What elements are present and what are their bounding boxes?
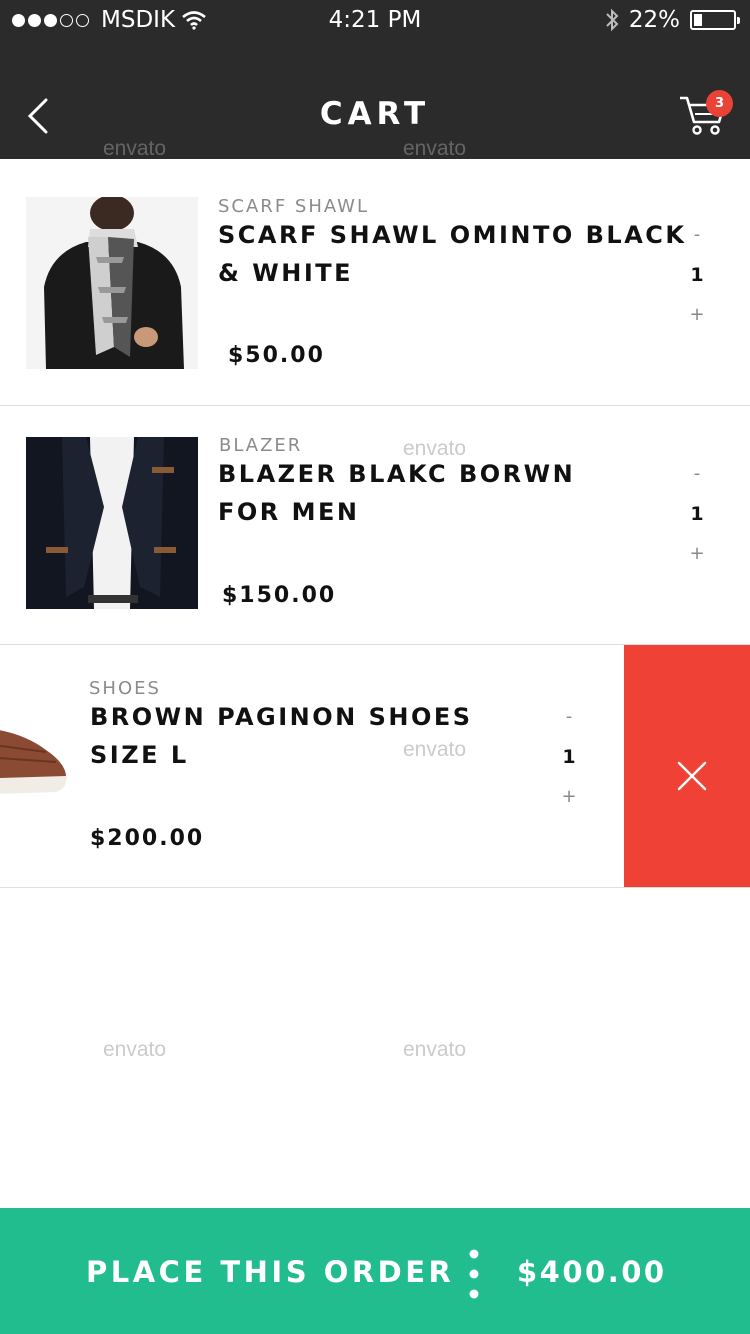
item-category: SHOES [89,678,161,699]
increase-button[interactable]: + [682,542,712,566]
place-order-button[interactable]: PLACE THIS ORDER [86,1255,454,1289]
close-icon [677,761,707,791]
item-price: $150.00 [222,583,337,608]
watermark: envato [103,1038,167,1061]
status-right: 22% [605,7,740,33]
bluetooth-icon [606,8,619,32]
quantity-stepper: - 1 + [554,705,584,809]
item-price: $200.00 [90,826,205,851]
item-category: BLAZER [219,435,303,456]
quantity-stepper: - 1 + [682,462,712,566]
watermark: envato [103,137,167,160]
delete-item-button[interactable] [624,645,750,887]
item-category: SCARF SHAWL [218,196,370,217]
watermark: envato [403,738,467,761]
product-image-blazer[interactable] [26,437,198,609]
item-name[interactable]: BLAZER BLAKC BORWN FOR MEN [218,455,598,531]
product-image-scarf[interactable] [26,197,198,369]
increase-button[interactable]: + [682,303,712,327]
product-image-shoes[interactable] [0,680,68,852]
watermark: envato [403,137,467,160]
decrease-button[interactable]: - [682,223,712,247]
status-bar: MSDIK 4:21 PM 22% [0,0,750,44]
quantity-stepper: - 1 + [682,223,712,327]
app-header: MSDIK 4:21 PM 22% CART 3 [0,0,750,159]
watermark: envato [403,1038,467,1061]
page-title: CART [319,96,431,132]
item-name[interactable]: SCARF SHAWL OMINTO BLACK & WHITE [218,216,698,292]
item-price: $50.00 [228,343,325,368]
cart-item[interactable]: SCARF SHAWL SCARF SHAWL OMINTO BLACK & W… [0,159,750,406]
order-total: $400.00 [517,1255,667,1289]
quantity-value: 1 [690,264,704,286]
cart-count-badge: 3 [706,90,733,117]
vertical-dots-icon [469,1249,479,1299]
battery-icon [690,10,740,30]
decrease-button[interactable]: - [554,705,584,729]
cart-item[interactable]: BLAZER BLAZER BLAKC BORWN FOR MEN $150.0… [0,406,750,645]
quantity-value: 1 [562,746,576,768]
quantity-value: 1 [690,503,704,525]
battery-percent: 22% [628,7,680,33]
watermark: envato [403,437,467,460]
item-name[interactable]: BROWN PAGINON SHOES SIZE L [90,698,490,774]
place-order-bar[interactable]: PLACE THIS ORDER $400.00 [0,1208,750,1334]
cart-item-swiped[interactable]: SHOES BROWN PAGINON SHOES SIZE L $200.00… [0,645,750,888]
increase-button[interactable]: + [554,785,584,809]
decrease-button[interactable]: - [682,462,712,486]
